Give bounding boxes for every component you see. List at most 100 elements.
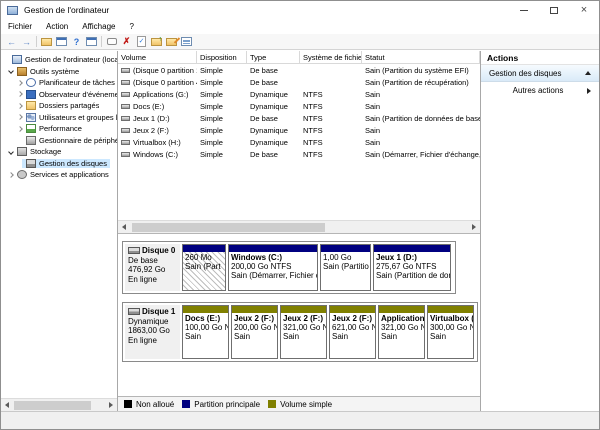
header-disposition[interactable]: Disposition [197, 51, 247, 63]
task-scheduler-icon [26, 78, 36, 87]
minimize-button[interactable] [509, 1, 539, 19]
back-icon[interactable]: ← [4, 35, 19, 48]
disk-icon [128, 247, 140, 254]
actions-autres-actions[interactable]: Autres actions [481, 82, 599, 99]
chevron-collapsed-icon[interactable] [17, 91, 23, 97]
volume-docs-e[interactable]: Docs (E:)100,00 Go NSain [182, 305, 229, 359]
disk-1-row: Disque 1 Dynamique 1863,00 Go En ligne D… [122, 302, 478, 362]
scrollbar-thumb[interactable] [14, 401, 91, 410]
window-bottom-strip [1, 411, 599, 429]
disk-0-row: Disque 0 De base 476,92 Go En ligne 260 … [122, 241, 456, 294]
volume-row[interactable]: (Disque 0 partition 4)SimpleDe baseSain … [118, 76, 480, 88]
legend-swatch [124, 400, 132, 408]
menu-action[interactable]: Action [39, 20, 75, 33]
tree-item-stockage[interactable]: Stockage [1, 146, 117, 158]
tree-item-gestion-des-disques[interactable]: Gestion des disques [1, 158, 117, 170]
volume-icon [121, 128, 130, 133]
tree-item-computer-management[interactable]: Gestion de l'ordinateur (local) [1, 54, 117, 66]
volume-row[interactable]: Virtualbox (H:)SimpleDynamiqueNTFSSain [118, 136, 480, 148]
volume-row[interactable]: Jeux 2 (F:)SimpleDynamiqueNTFSSain [118, 124, 480, 136]
scroll-right-icon[interactable] [468, 221, 480, 233]
scroll-left-icon[interactable] [118, 221, 130, 233]
chevron-expanded-icon[interactable] [8, 149, 14, 155]
chevron-collapsed-icon[interactable] [17, 103, 23, 109]
volume-applications-g[interactable]: Applications321,00 Go NSain [378, 305, 425, 359]
folder-up-icon[interactable]: ↑ [149, 35, 164, 48]
tree-item-gestionnaire-peripheriques[interactable]: Gestionnaire de périphériques [1, 135, 117, 147]
scroll-left-icon[interactable] [1, 399, 13, 411]
legend-swatch [268, 400, 276, 408]
maximize-icon [550, 7, 558, 14]
console-window-icon[interactable] [54, 35, 69, 48]
list-horizontal-scrollbar[interactable] [118, 220, 480, 233]
volume-row[interactable]: (Disque 0 partition 1)SimpleDe baseSain … [118, 64, 480, 76]
volume-color-bar [281, 306, 326, 313]
legend-unallocated: Non alloué [124, 400, 174, 409]
disk-0-label[interactable]: Disque 0 De base 476,92 Go En ligne [125, 244, 180, 291]
forward-icon[interactable]: → [19, 35, 34, 48]
volume-row[interactable]: Windows (C:)SimpleDe baseNTFSSain (Démar… [118, 148, 480, 160]
chevron-expanded-icon[interactable] [8, 68, 14, 74]
app-icon [7, 6, 18, 15]
tree-item-dossiers-partages[interactable]: Dossiers partagés [1, 100, 117, 112]
menu-fichier[interactable]: Fichier [1, 20, 39, 33]
partition-color-bar [229, 245, 317, 252]
delete-icon[interactable]: ✗ [119, 35, 134, 48]
check-document-icon[interactable]: ✓ [134, 35, 149, 48]
volume-color-bar [428, 306, 473, 313]
tree-horizontal-scrollbar[interactable] [1, 398, 117, 411]
titlebar: Gestion de l'ordinateur × [1, 1, 599, 19]
console-window-icon-2[interactable] [84, 35, 99, 48]
header-volume[interactable]: Volume [118, 51, 197, 63]
disk-management-icon [26, 159, 36, 168]
actions-panel: Actions Gestion des disques Autres actio… [481, 51, 599, 411]
toolbar-separator-2 [101, 36, 102, 47]
volume-row[interactable]: Jeux 1 (D:)SimpleDe baseNTFSSain (Partit… [118, 112, 480, 124]
console-tree-icon[interactable] [39, 35, 54, 48]
chevron-collapsed-icon[interactable] [17, 80, 23, 86]
system-tools-icon [17, 67, 27, 76]
tree-item-services-applications[interactable]: Services et applications [1, 169, 117, 181]
folder-edit-icon[interactable] [164, 35, 179, 48]
details-view-icon[interactable] [179, 35, 194, 48]
disk-1-label[interactable]: Disque 1 Dynamique 1863,00 Go En ligne [125, 305, 180, 359]
close-button[interactable]: × [569, 1, 599, 19]
submenu-arrow-icon [587, 88, 591, 94]
event-viewer-icon [26, 90, 36, 99]
menu-affichage[interactable]: Affichage [75, 20, 122, 33]
volume-jeux2-f-1[interactable]: Jeux 2 (F:)200,00 Go NSain [231, 305, 278, 359]
help-icon[interactable]: ? [69, 35, 84, 48]
partition-windows-c[interactable]: Windows (C:)200,00 Go NTFSSain (Démarrer… [228, 244, 318, 291]
storage-icon [17, 147, 27, 156]
scroll-right-icon[interactable] [105, 399, 117, 411]
maximize-button[interactable] [539, 1, 569, 19]
header-statut[interactable]: Statut [362, 51, 480, 63]
partition-efi[interactable]: 260 MoSain (Part [182, 244, 226, 291]
volume-virtualbox-h[interactable]: Virtualbox (300,00 Go NTSain [427, 305, 474, 359]
chevron-collapsed-icon[interactable] [17, 126, 23, 132]
scrollbar-thumb[interactable] [132, 223, 325, 232]
tree-item-utilisateurs[interactable]: Utilisateurs et groupes locaux [1, 112, 117, 124]
tree-item-performance[interactable]: Performance [1, 123, 117, 135]
partition-jeux1-d[interactable]: Jeux 1 (D:)275,67 Go NTFSSain (Partition… [373, 244, 451, 291]
shared-folders-icon [26, 101, 36, 110]
header-type[interactable]: Type [247, 51, 300, 63]
tree-item-outils-systeme[interactable]: Outils système [1, 66, 117, 78]
partition-recovery[interactable]: 1,00 GoSain (Partitio [320, 244, 371, 291]
tree-item-observateur[interactable]: Observateur d'événements [1, 89, 117, 101]
collapse-icon[interactable] [585, 71, 591, 75]
volume-row[interactable]: Docs (E:)SimpleDynamiqueNTFSSain [118, 100, 480, 112]
actions-group-gestion-des-disques[interactable]: Gestion des disques [481, 65, 599, 82]
menu-help[interactable]: ? [122, 20, 140, 33]
partition-color-bar [183, 245, 225, 252]
chevron-collapsed-icon[interactable] [17, 114, 23, 120]
volume-jeux2-f-3[interactable]: Jeux 2 (F:)621,00 Go NTSain [329, 305, 376, 359]
volume-jeux2-f-2[interactable]: Jeux 2 (F:)321,00 Go NSain [280, 305, 327, 359]
action-pane-icon[interactable] [104, 35, 119, 48]
volume-row[interactable]: Applications (G:)SimpleDynamiqueNTFSSain [118, 88, 480, 100]
chevron-collapsed-icon[interactable] [8, 172, 14, 178]
tree-item-planificateur[interactable]: Planificateur de tâches [1, 77, 117, 89]
header-systeme-fichiers[interactable]: Système de fichiers [300, 51, 362, 63]
services-icon [17, 170, 27, 179]
volume-icon [121, 104, 130, 109]
